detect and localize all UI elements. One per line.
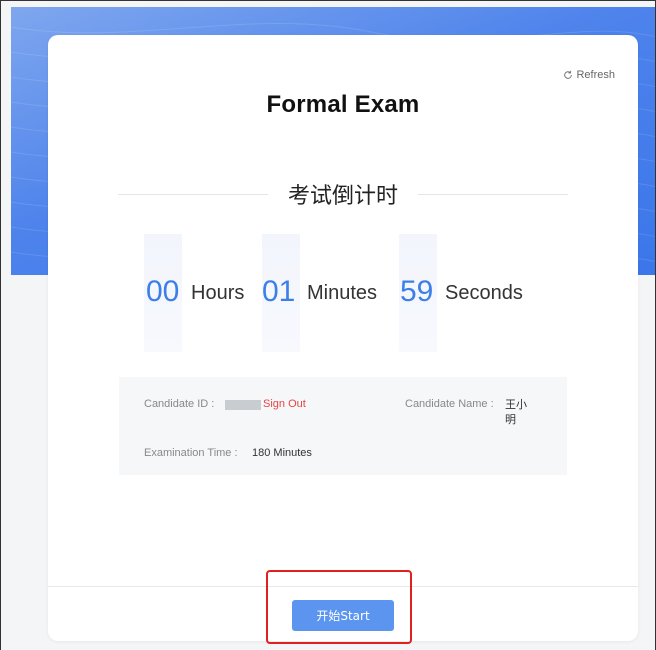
- candidate-id-label: Candidate ID :: [144, 398, 215, 410]
- divider-right: [418, 193, 569, 195]
- seconds-value: 59: [400, 275, 434, 308]
- refresh-icon: [564, 70, 573, 79]
- screenshot-frame: Refresh Formal Exam 考试倒计时 00 Hours 01 Mi…: [0, 0, 656, 650]
- countdown-heading-row: 考试倒计时: [118, 179, 569, 209]
- minutes-value: 01: [262, 275, 296, 308]
- exam-card: Refresh Formal Exam 考试倒计时 00 Hours 01 Mi…: [48, 35, 638, 641]
- start-exam-button[interactable]: 开始Start: [292, 600, 394, 631]
- candidate-name-value: 王小明: [505, 399, 527, 426]
- refresh-label: Refresh: [576, 69, 615, 81]
- countdown-heading: 考试倒计时: [288, 184, 399, 209]
- footer-divider: [48, 586, 638, 587]
- seconds-label: Seconds: [445, 282, 523, 304]
- countdown-timer: 00 Hours 01 Minutes 59 Seconds: [48, 275, 638, 315]
- exam-title: Formal Exam: [266, 91, 420, 118]
- exam-time-label: Examination Time :: [144, 447, 238, 459]
- exam-time-value: 180 Minutes: [252, 447, 312, 459]
- hours-value: 00: [146, 275, 180, 308]
- candidate-name-label: Candidate Name :: [405, 398, 494, 410]
- refresh-button[interactable]: Refresh: [563, 69, 615, 81]
- divider-left: [118, 193, 268, 195]
- sign-out-link[interactable]: Sign Out: [263, 398, 306, 410]
- hours-label: Hours: [191, 282, 245, 304]
- minutes-label: Minutes: [307, 282, 378, 304]
- candidate-id-value-masked: [225, 400, 261, 410]
- candidate-info-box: Candidate ID : Sign Out Candidate Name :…: [119, 377, 567, 475]
